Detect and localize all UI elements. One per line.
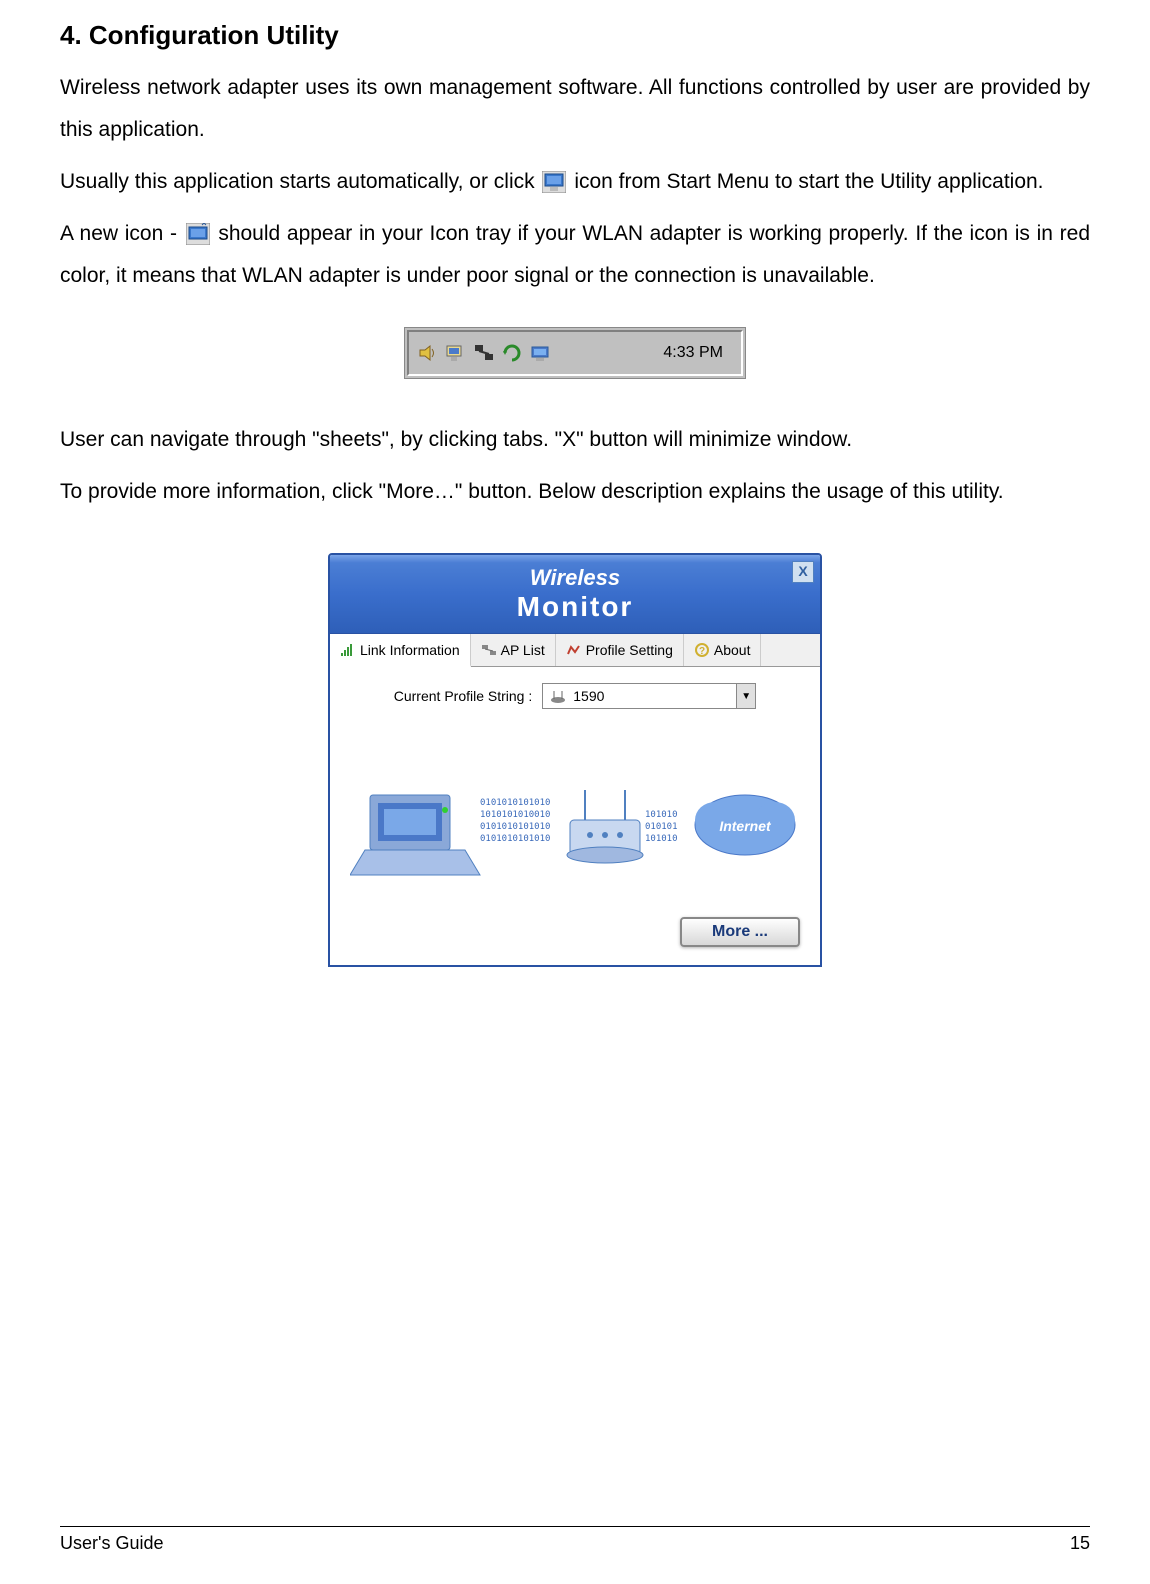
tab-ap-label: AP List [501, 642, 545, 658]
svg-text:0101010101010: 0101010101010 [480, 834, 550, 844]
tray-time: 4:33 PM [663, 344, 733, 362]
close-button[interactable]: X [792, 561, 814, 583]
tabs-row: Link Information AP List Profile Setting… [330, 634, 820, 667]
tab-link-label: Link Information [360, 642, 460, 658]
paragraph-5: To provide more information, click "More… [60, 471, 1090, 513]
about-icon: ? [694, 643, 710, 657]
paragraph-2: Usually this application starts automati… [60, 161, 1090, 203]
system-tray-screenshot: 4:33 PM [404, 327, 746, 379]
profile-row: Current Profile String : 1590 ▼ [330, 667, 820, 725]
wireless-monitor-icon [542, 171, 566, 193]
para2-text-b: icon from Start Menu to start the Utilit… [574, 170, 1043, 193]
page-footer: User's Guide 15 [60, 1526, 1090, 1554]
tab-about[interactable]: ? About [684, 634, 762, 666]
tab-about-label: About [714, 642, 751, 658]
tab-profile-label: Profile Setting [586, 642, 673, 658]
window-title-monitor: Monitor [517, 591, 634, 623]
footer-page: 15 [1070, 1533, 1090, 1554]
footer-guide: User's Guide [60, 1533, 163, 1554]
tab-ap-list[interactable]: AP List [471, 634, 556, 666]
volume-icon [417, 342, 439, 364]
connection-diagram: 0101010101010 1010101010010 010101010101… [350, 735, 800, 905]
tab-profile-setting[interactable]: Profile Setting [556, 634, 684, 666]
svg-text:?: ? [699, 646, 705, 657]
svg-text:0101010101010: 0101010101010 [480, 822, 550, 832]
signal-icon [340, 643, 356, 657]
window-titlebar: Wireless Monitor X [330, 555, 820, 634]
display-icon [445, 342, 467, 364]
para3-text-a: A new icon - [60, 222, 184, 245]
tray-adapter-icon [186, 223, 210, 245]
profile-label: Current Profile String : [394, 688, 533, 704]
section-heading: 4. Configuration Utility [60, 20, 1090, 51]
more-button[interactable]: More ... [680, 917, 800, 947]
svg-text:0101010101010: 0101010101010 [480, 798, 550, 808]
window-title-wireless: Wireless [530, 565, 620, 591]
svg-text:010101: 010101 [645, 822, 678, 832]
paragraph-3: A new icon - should appear in your Icon … [60, 213, 1090, 297]
para3-text-b: should appear in your Icon tray if your … [60, 222, 1090, 287]
tab-link-information[interactable]: Link Information [330, 634, 471, 667]
profile-value: 1590 [573, 688, 604, 704]
svg-text:101010: 101010 [645, 834, 678, 844]
chevron-down-icon: ▼ [736, 684, 755, 708]
paragraph-1: Wireless network adapter uses its own ma… [60, 67, 1090, 151]
network-icon [473, 342, 495, 364]
access-point-icon [549, 688, 567, 704]
wireless-tray-icon [529, 342, 551, 364]
internet-label: Internet [719, 818, 772, 834]
sync-icon [501, 342, 523, 364]
profile-icon [566, 643, 582, 657]
svg-text:1010101010010: 1010101010010 [480, 810, 550, 820]
ap-list-icon [481, 643, 497, 657]
profile-dropdown[interactable]: 1590 ▼ [542, 683, 756, 709]
para2-text-a: Usually this application starts automati… [60, 170, 540, 193]
paragraph-4: User can navigate through "sheets", by c… [60, 419, 1090, 461]
wireless-monitor-window: Wireless Monitor X Link Information AP L… [328, 553, 822, 967]
svg-text:101010: 101010 [645, 810, 678, 820]
